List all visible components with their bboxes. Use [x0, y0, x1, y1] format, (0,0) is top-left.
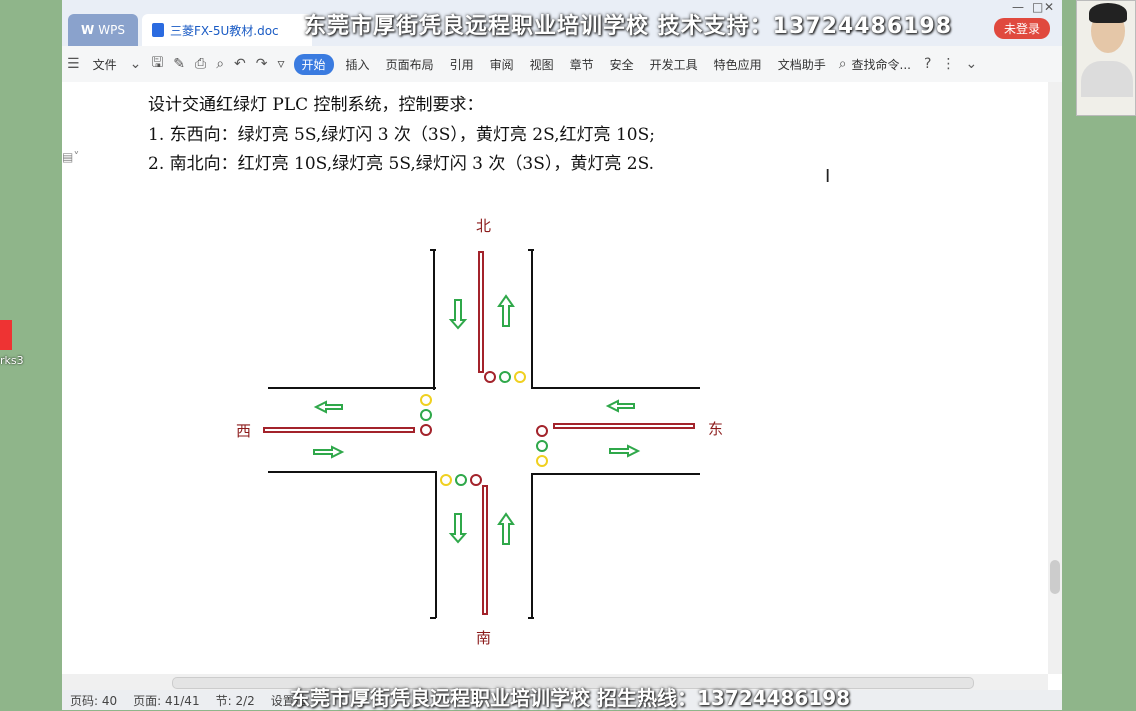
- light-west-green: [420, 409, 432, 421]
- maximize-icon[interactable]: □: [1032, 0, 1043, 14]
- label-east: 东: [708, 420, 724, 438]
- light-south-yellow: [440, 474, 452, 486]
- tab-doc-assistant[interactable]: 文档助手: [770, 56, 834, 73]
- road-edge-se: [531, 473, 700, 618]
- print-icon[interactable]: ⎙: [190, 56, 211, 72]
- tab-page-layout[interactable]: 页面布局: [378, 56, 442, 73]
- label-south: 南: [476, 629, 492, 647]
- arrow-east-left: [605, 399, 635, 413]
- light-east-green: [536, 440, 548, 452]
- arrow-north-up: [497, 294, 515, 327]
- tab-insert[interactable]: 插入: [338, 56, 378, 73]
- road-edge-ne: [531, 250, 700, 389]
- tab-developer[interactable]: 开发工具: [642, 56, 706, 73]
- divider-east: [553, 423, 695, 429]
- tab-references[interactable]: 引用: [442, 56, 482, 73]
- search-icon[interactable]: ⌕: [834, 56, 852, 72]
- light-south-green: [455, 474, 467, 486]
- wps-icon: W: [81, 23, 95, 37]
- label-north: 北: [476, 217, 492, 235]
- more-icon[interactable]: ⋮: [936, 56, 960, 72]
- close-icon[interactable]: ✕: [1044, 0, 1054, 14]
- login-button[interactable]: 未登录: [993, 18, 1050, 39]
- presenter-avatar: [1076, 0, 1136, 116]
- tab-wps-label: WPS: [98, 23, 125, 37]
- arrow-west-left: [313, 400, 343, 414]
- divider-west: [263, 427, 415, 433]
- divider-north: [478, 251, 484, 373]
- collapse-ribbon-icon[interactable]: ⌄: [960, 56, 982, 72]
- tab-wps-home[interactable]: W WPS: [68, 14, 138, 46]
- help-icon[interactable]: ?: [919, 56, 936, 72]
- arrow-south-down: [448, 513, 468, 544]
- light-north-yellow: [514, 371, 526, 383]
- tab-special[interactable]: 特色应用: [706, 56, 770, 73]
- file-menu[interactable]: 文件: [85, 56, 125, 73]
- arrow-north-down: [448, 299, 468, 330]
- avatar-body: [1081, 61, 1133, 97]
- desktop-icon-label: rks3: [0, 354, 24, 367]
- light-north-red: [484, 371, 496, 383]
- status-pages: 页面: 41/41: [133, 693, 200, 708]
- label-west: 西: [236, 422, 252, 440]
- tab-chapter[interactable]: 章节: [562, 56, 602, 73]
- vertical-scrollbar[interactable]: [1048, 82, 1062, 674]
- status-page: 页码: 40: [70, 693, 118, 708]
- light-south-red: [470, 474, 482, 486]
- menu-icon[interactable]: ☰: [62, 56, 85, 72]
- wps-window: W WPS 三菱FX-5U教材.doc 东莞市厚街凭良远程职业培训学校 技术支持…: [62, 0, 1062, 710]
- document-page[interactable]: ▤˅ 设计交通红绿灯 PLC 控制系统，控制要求： 1. 东西向：绿灯亮 5S,…: [62, 82, 1048, 674]
- light-west-red: [420, 424, 432, 436]
- traffic-lights: [420, 371, 548, 486]
- watermark-bottom: 东莞市厚街凭良远程职业培训学校 招生热线：13724486198: [290, 686, 851, 710]
- tab-document[interactable]: 三菱FX-5U教材.doc: [142, 14, 312, 46]
- arrow-south-up: [497, 512, 515, 545]
- light-north-green: [499, 371, 511, 383]
- tab-view[interactable]: 视图: [522, 56, 562, 73]
- watermark-top: 东莞市厚街凭良远程职业培训学校 技术支持：13724486198: [304, 14, 953, 39]
- light-east-yellow: [536, 455, 548, 467]
- print-preview-icon[interactable]: ⌕: [211, 56, 229, 72]
- minimize-icon[interactable]: —: [1012, 0, 1024, 14]
- status-section: 节: 2/2: [215, 693, 255, 708]
- app-icon: [0, 320, 12, 350]
- arrow-west-right: [313, 445, 345, 459]
- divider-south: [482, 485, 488, 615]
- tab-security[interactable]: 安全: [602, 56, 642, 73]
- vertical-scroll-thumb[interactable]: [1050, 560, 1060, 594]
- center-dividers: [263, 251, 695, 615]
- document-icon: [152, 23, 164, 37]
- arrow-east-right: [609, 444, 641, 458]
- undo-icon[interactable]: ↶: [229, 56, 251, 72]
- save-icon[interactable]: 🖫: [146, 52, 168, 76]
- redo-icon[interactable]: ↷: [251, 56, 273, 72]
- chevron-down-icon: ⌄: [129, 56, 142, 72]
- direction-arrows: [313, 294, 641, 545]
- intersection-diagram: [263, 249, 700, 619]
- tab-review[interactable]: 审阅: [482, 56, 522, 73]
- tab-bar: W WPS 三菱FX-5U教材.doc 东莞市厚街凭良远程职业培训学校 技术支持…: [62, 0, 1062, 46]
- desktop-shortcut[interactable]: rks3: [0, 320, 32, 367]
- format-painter-icon[interactable]: ✎: [168, 56, 190, 72]
- ribbon-toolbar: ☰ 文件 ⌄ 🖫 ✎ ⎙ ⌕ ↶ ↷ ▿ 开始 插入 页面布局 引用 审阅 视图…: [62, 46, 1062, 83]
- road-edge-sw: [268, 471, 437, 618]
- more-dropdown-icon[interactable]: ▿: [273, 56, 290, 72]
- road-edge-nw: [268, 250, 436, 390]
- light-east-red: [536, 425, 548, 437]
- tab-start[interactable]: 开始: [293, 53, 334, 75]
- search-command[interactable]: 查找命令...: [852, 56, 919, 73]
- light-west-yellow: [420, 394, 432, 406]
- avatar-hair: [1089, 3, 1127, 23]
- tab-document-label: 三菱FX-5U教材.doc: [170, 23, 279, 38]
